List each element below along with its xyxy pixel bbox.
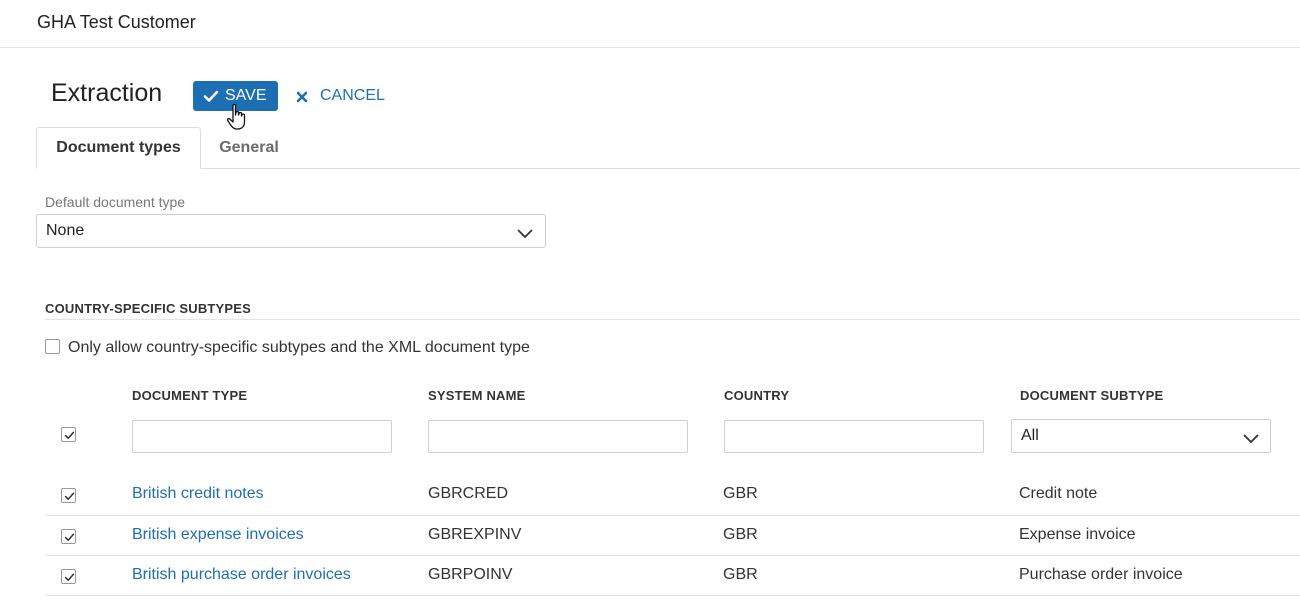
cancel-button[interactable]: CANCEL: [296, 81, 385, 111]
page-title: Extraction: [51, 79, 163, 107]
chevron-down-icon: [517, 226, 533, 238]
row-divider: [45, 515, 1300, 516]
system-name-filter-input[interactable]: [428, 420, 688, 453]
select-all-checkbox[interactable]: [61, 427, 76, 442]
document-subtype-filter-select[interactable]: All: [1011, 419, 1271, 453]
row-divider: [45, 595, 1300, 596]
tab-general[interactable]: General: [201, 127, 297, 169]
country-cell: GBR: [723, 526, 758, 543]
default-document-type-value: None: [46, 222, 85, 239]
system-name-cell: GBRPOINV: [428, 566, 513, 583]
document-subtype-cell: Purchase order invoice: [1019, 566, 1183, 583]
country-filter-input[interactable]: [724, 420, 984, 453]
row-checkbox[interactable]: [61, 488, 76, 503]
section-heading: COUNTRY-SPECIFIC SUBTYPES: [45, 301, 252, 316]
document-type-link[interactable]: British purchase order invoices: [132, 566, 351, 584]
country-cell: GBR: [723, 485, 758, 502]
document-type-link[interactable]: British expense invoices: [132, 526, 304, 544]
only-allow-label: Only allow country-specific subtypes and…: [68, 339, 530, 356]
cancel-button-label: CANCEL: [320, 87, 385, 104]
row-checkbox[interactable]: [61, 569, 76, 584]
column-header-document-subtype: DOCUMENT SUBTYPE: [1020, 388, 1164, 403]
default-document-type-label: Default document type: [45, 194, 186, 210]
check-icon: [64, 573, 75, 581]
column-header-system-name: SYSTEM NAME: [428, 388, 526, 403]
default-document-type-select[interactable]: None: [36, 214, 546, 248]
column-header-document-type: DOCUMENT TYPE: [132, 388, 248, 403]
check-icon: [64, 492, 75, 500]
chevron-down-icon: [1243, 431, 1259, 443]
system-name-cell: GBRCRED: [428, 485, 509, 502]
customer-name: GHA Test Customer: [37, 12, 196, 32]
document-subtype-filter-value: All: [1021, 427, 1039, 444]
check-icon: [203, 88, 219, 104]
only-allow-checkbox[interactable]: [45, 339, 60, 354]
system-name-cell: GBREXPINV: [428, 526, 522, 543]
section-divider: [45, 319, 1300, 320]
country-cell: GBR: [723, 566, 758, 583]
row-checkbox[interactable]: [61, 529, 76, 544]
document-type-filter-input[interactable]: [132, 420, 392, 453]
document-type-link[interactable]: British credit notes: [132, 485, 264, 503]
close-icon: [296, 90, 308, 103]
check-icon: [64, 533, 75, 541]
row-divider: [45, 555, 1300, 556]
document-subtype-cell: Credit note: [1019, 485, 1098, 502]
column-header-country: COUNTRY: [724, 388, 790, 403]
document-subtype-cell: Expense invoice: [1019, 526, 1136, 543]
check-icon: [64, 431, 75, 439]
tab-document-types[interactable]: Document types: [36, 127, 201, 169]
top-bar: GHA Test Customer: [0, 0, 1300, 48]
